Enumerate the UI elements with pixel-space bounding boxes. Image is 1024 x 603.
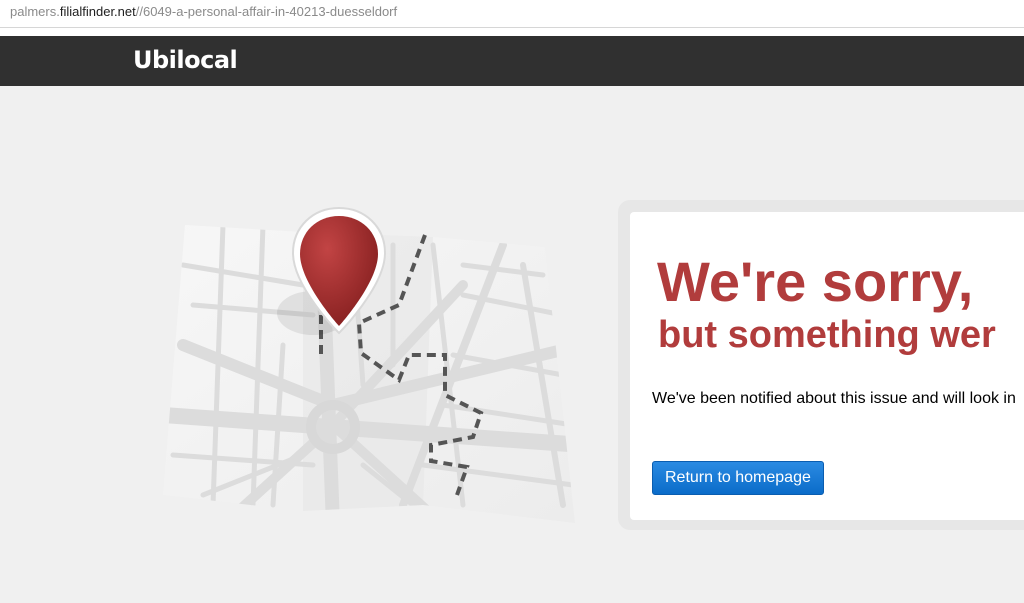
site-logo[interactable]: Ubilocal: [133, 46, 238, 74]
url-host: filialfinder.net: [59, 4, 136, 19]
map-illustration: [163, 205, 581, 527]
error-title: We're sorry,: [657, 250, 974, 313]
map-pin-icon: [163, 206, 575, 523]
error-card: We're sorry, but something wer We've bee…: [630, 212, 1024, 520]
url-path: //6049-a-personal-affair-in-40213-duesse…: [135, 4, 398, 19]
error-message: We've been notified about this issue and…: [652, 390, 1016, 407]
error-subtitle: but something wer: [658, 314, 996, 356]
toolbar-gap: [0, 28, 1024, 36]
site-header: Ubilocal: [0, 36, 1024, 86]
address-bar[interactable]: palmers.filialfinder.net//6049-a-persona…: [0, 0, 1024, 28]
url-prefix: palmers.: [10, 4, 60, 19]
return-homepage-button[interactable]: Return to homepage: [652, 461, 824, 495]
